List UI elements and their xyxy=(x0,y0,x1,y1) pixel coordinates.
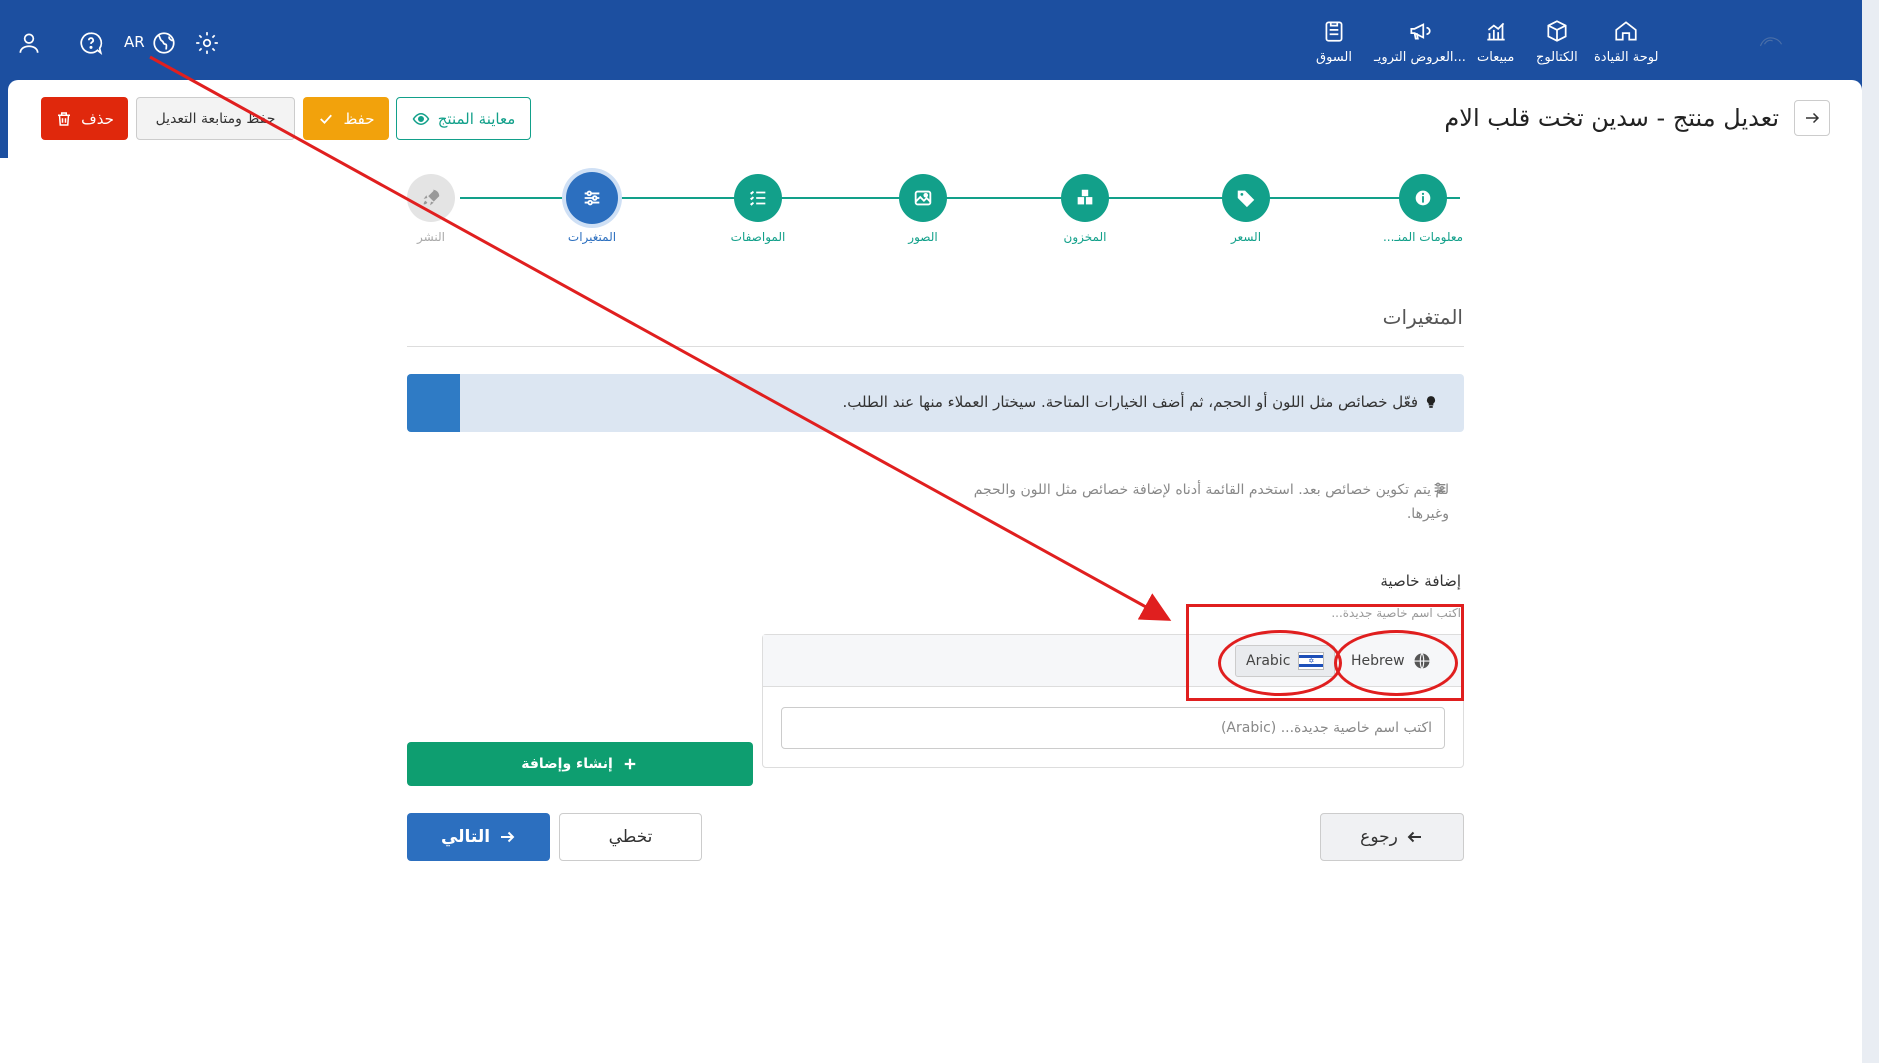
annotation-arrow xyxy=(149,55,1172,621)
